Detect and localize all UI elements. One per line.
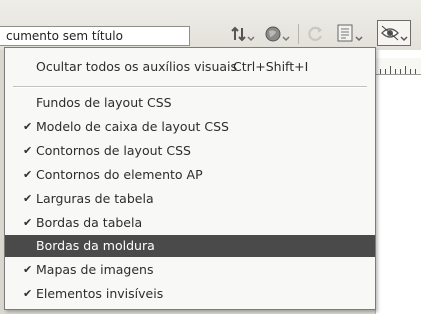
menu-item-label: Contornos de layout CSS [36, 143, 191, 158]
file-management-icon [231, 26, 255, 42]
check-icon: ✔ [23, 287, 33, 300]
menu-item-table-borders[interactable]: ✔ Bordas da tabela [5, 212, 375, 234]
preview-browser-button[interactable] [264, 22, 290, 46]
menu-item-label: Fundos de layout CSS [36, 95, 172, 110]
horizontal-ruler [376, 58, 421, 75]
menu-item-css-layout-outlines[interactable]: ✔ Contornos de layout CSS [5, 140, 375, 162]
menu-item-label: Bordas da moldura [36, 238, 155, 253]
globe-preview-icon [265, 26, 290, 42]
check-icon: ✔ [23, 168, 33, 181]
menu-item-frame-borders[interactable]: Bordas da moldura [5, 235, 375, 257]
menu-separator [13, 86, 367, 88]
check-icon: ✔ [23, 192, 33, 205]
document-toolbar: cumento sem título [0, 0, 421, 50]
menu-item-label: Bordas da tabela [36, 215, 143, 230]
menu-item-label: Modelo de caixa de layout CSS [36, 119, 229, 134]
toolbar-divider [298, 24, 299, 44]
menu-item-shortcut: Ctrl+Shift+I [233, 59, 309, 74]
menu-item-css-layout-backgrounds[interactable]: Fundos de layout CSS [5, 92, 375, 114]
menu-item-label: Larguras de tabela [36, 191, 154, 206]
menu-item-label: Elementos invisíveis [36, 286, 164, 301]
view-options-button[interactable] [336, 22, 364, 46]
menu-item-image-maps[interactable]: ✔ Mapas de imagens [5, 259, 375, 281]
document-canvas [375, 50, 421, 314]
visual-aids-icon [381, 25, 408, 42]
refresh-icon [308, 26, 323, 41]
check-icon: ✔ [23, 263, 33, 276]
visual-aids-button[interactable] [377, 20, 411, 46]
menu-item-table-widths[interactable]: ✔ Larguras de tabela [5, 188, 375, 210]
menu-item-ap-element-outlines[interactable]: ✔ Contornos do elemento AP [5, 164, 375, 186]
check-icon: ✔ [23, 216, 33, 229]
menu-item-invisible-elements[interactable]: ✔ Elementos invisíveis [5, 283, 375, 305]
check-icon: ✔ [23, 144, 33, 157]
menu-item-hide-all-visual-aids[interactable]: Ocultar todos os auxílios visuais Ctrl+S… [5, 56, 375, 78]
view-options-icon [337, 24, 363, 42]
check-icon: ✔ [23, 120, 33, 133]
document-title-input[interactable]: cumento sem título [0, 26, 190, 46]
visual-aids-menu: Ocultar todos os auxílios visuais Ctrl+S… [4, 47, 376, 310]
refresh-button[interactable] [306, 22, 326, 46]
menu-item-css-layout-box-model[interactable]: ✔ Modelo de caixa de layout CSS [5, 116, 375, 138]
menu-item-label: Contornos do elemento AP [36, 167, 203, 182]
menu-item-label: Ocultar todos os auxílios visuais [36, 59, 238, 74]
file-management-button[interactable] [230, 22, 256, 46]
menu-item-label: Mapas de imagens [36, 262, 154, 277]
